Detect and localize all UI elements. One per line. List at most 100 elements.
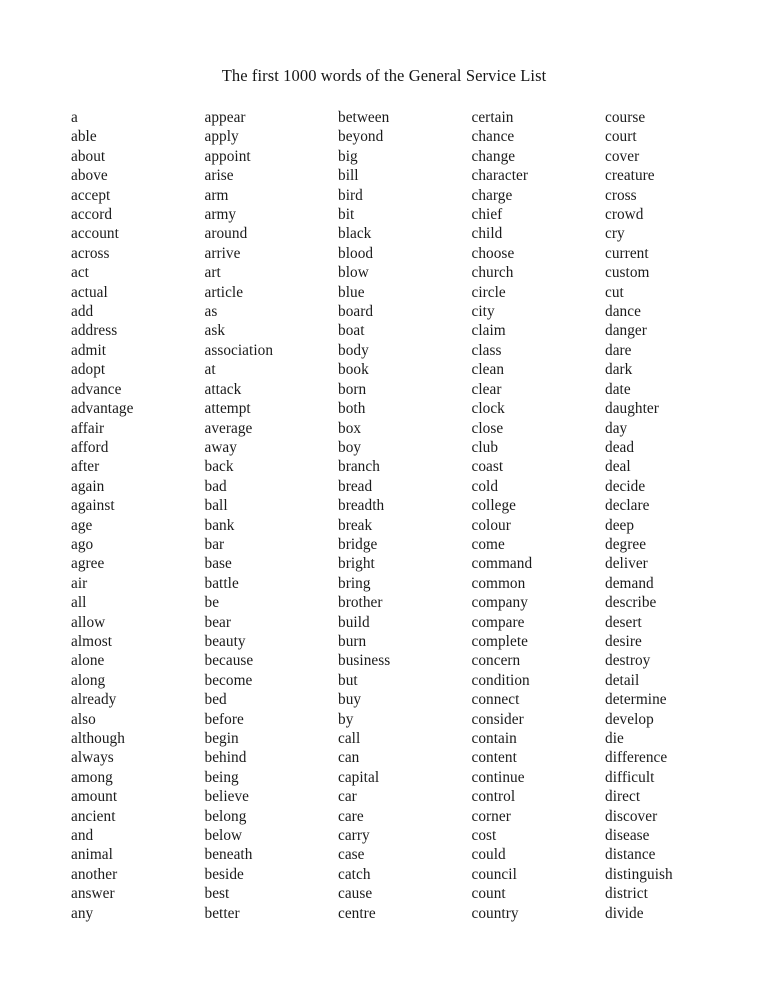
word-item: across [71,244,110,262]
word-item: board [338,303,374,321]
word-item: change [471,147,516,165]
word-item: big [338,147,358,165]
word-item: come [471,535,505,553]
word-item: beauty [204,632,246,650]
word-item: care [338,807,364,825]
word-item: believe [204,788,250,806]
word-item: class [471,341,502,359]
word-item: business [338,652,391,670]
word-item: chief [471,206,503,224]
word-item: base [204,555,232,573]
word-item: deal [605,458,631,476]
word-item: after [71,458,100,476]
word-item: continue [471,768,525,786]
word-item: carry [338,827,370,845]
word-item: deliver [605,555,648,573]
word-item: always [71,749,114,767]
word-item: arm [204,186,229,204]
word-item: cause [338,885,373,903]
word-item: as [204,303,218,321]
word-item: corner [471,807,511,825]
word-item: council [471,865,517,883]
word-item: bar [204,535,225,553]
word-item: character [471,167,528,185]
word-item: afford [71,438,109,456]
word-item: bridge [338,535,378,553]
word-item: can [338,749,360,767]
word-item: bill [338,167,359,185]
word-item: along [71,671,106,689]
word-item: above [71,167,108,185]
word-item: attack [204,380,242,398]
word-item: college [471,497,517,515]
word-item: direct [605,788,641,806]
word-item: alone [71,652,105,670]
word-item: art [204,264,221,282]
word-item: both [338,400,366,418]
word-item: cold [471,477,499,495]
word-item: cut [605,283,624,301]
word-column: certain chance change character charge chief c… [472,108,606,923]
word-item: bird [338,186,363,204]
word-item: at [204,361,216,379]
word-item: date [605,380,631,398]
word-item: brother [338,594,383,612]
word-item: court [605,128,637,146]
word-item: claim [471,322,506,340]
word-item: destroy [605,652,651,670]
word-item: circle [471,283,506,301]
word-item: colour [471,516,511,534]
word-item: born [338,380,367,398]
word-item: accord [71,206,113,224]
word-item: clock [471,400,505,418]
word-item: clean [471,361,505,379]
word-item: build [338,613,370,631]
word-item: count [471,885,506,903]
word-item: company [471,594,528,612]
word-item: centre [338,904,376,922]
word-item: belong [204,807,247,825]
word-item: boy [338,438,362,456]
word-item: account [71,225,119,243]
word-item: average [204,419,253,437]
word-item: animal [71,846,113,864]
word-item: catch [338,865,371,883]
word-item: also [71,710,96,728]
word-item: branch [338,458,380,476]
word-item: choose [471,244,515,262]
word-item: blow [338,264,369,282]
word-item: desert [605,613,642,631]
word-item: distinguish [605,865,673,883]
word-item: complete [471,632,528,650]
word-list-columns: a able about above accept accord account across… [71,108,711,923]
word-item: blood [338,244,374,262]
word-item: bit [338,206,355,224]
word-item: blue [338,283,365,301]
word-column: between beyond big bill bird bit black blood blo… [338,108,472,923]
word-item: affair [71,419,105,437]
word-item: book [338,361,369,379]
word-item: bright [338,555,375,573]
word-item: breadth [338,497,385,515]
word-item: back [204,458,234,476]
word-item: contain [471,730,517,747]
word-item: appoint [204,147,251,165]
word-item: all [71,594,87,612]
word-item: around [204,225,248,243]
word-item: attempt [204,400,251,418]
word-item: close [471,419,504,437]
word-item: act [71,264,89,282]
word-item: compare [471,613,525,631]
word-item: consider [471,710,524,728]
word-item: detail [605,671,640,689]
word-item: association [204,341,274,359]
word-item: become [204,671,253,689]
word-item: describe [605,594,657,612]
word-item: crowd [605,206,644,224]
word-item: about [71,147,106,165]
word-item: arrive [204,244,241,262]
word-item: course [605,109,646,126]
word-item: ask [204,322,226,340]
word-item: chance [471,128,515,146]
word-item: box [338,419,362,437]
